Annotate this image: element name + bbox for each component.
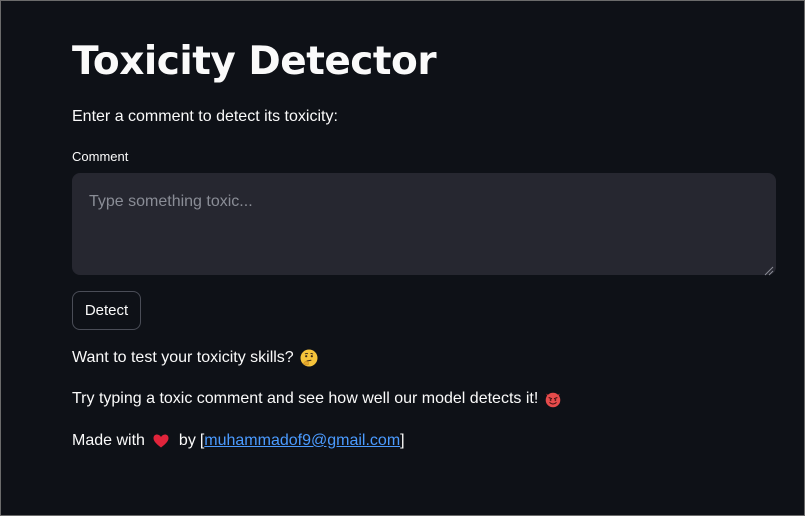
app-window: Toxicity Detector Enter a comment to det… — [0, 0, 805, 516]
resize-handle-icon[interactable] — [764, 263, 774, 276]
heart-icon — [152, 432, 170, 450]
page-subtitle: Enter a comment to detect its toxicity: — [72, 108, 338, 125]
comment-input[interactable] — [72, 173, 776, 275]
page-title: Toxicity Detector — [72, 39, 437, 84]
credit-line: Made with by [ muhammadof9@gmail.com ] — [72, 431, 405, 451]
try-message: Try typing a toxic comment and see how w… — [72, 389, 562, 409]
comment-label: Comment — [72, 149, 129, 164]
detect-button[interactable]: Detect — [72, 291, 141, 330]
challenge-message: Want to test your toxicity skills? — [72, 348, 318, 368]
by-text: by — [178, 432, 196, 449]
email-link[interactable]: muhammadof9@gmail.com — [204, 431, 400, 451]
bracket-close: ] — [400, 432, 405, 449]
thinking-face-icon — [300, 349, 318, 367]
challenge-text: Want to test your toxicity skills? — [72, 349, 294, 366]
devil-face-icon — [544, 390, 562, 408]
try-text: Try typing a toxic comment and see how w… — [72, 390, 539, 407]
made-with-text: Made with — [72, 432, 145, 449]
